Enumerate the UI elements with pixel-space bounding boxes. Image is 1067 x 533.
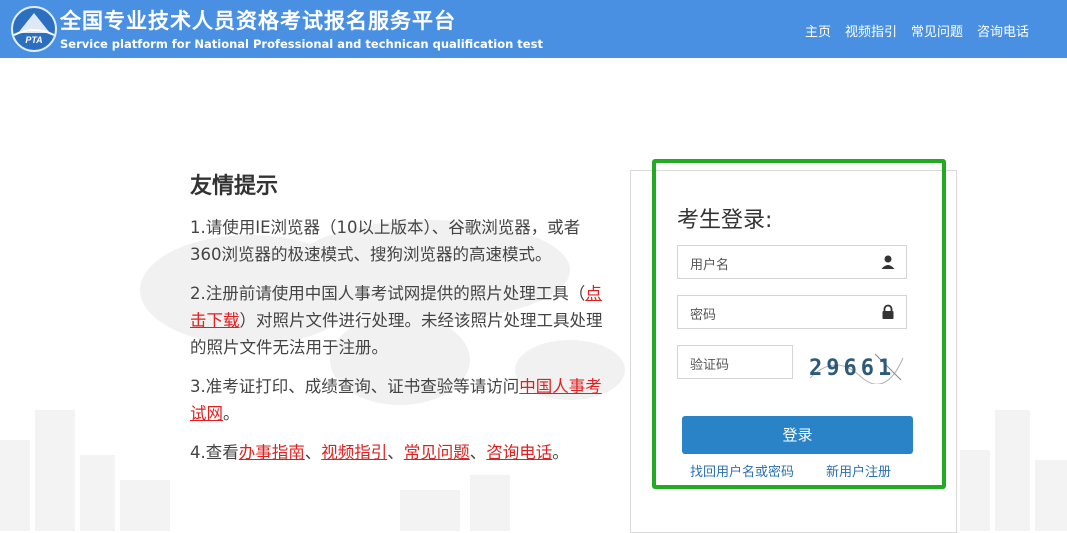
- tip-browser: 1.请使用IE浏览器（10以上版本）、谷歌浏览器，或者360浏览器的极速模式、搜…: [190, 218, 581, 264]
- tip-guides-text-a: 4.查看: [190, 443, 239, 462]
- site-title: 全国专业技术人员资格考试报名服务平台: [60, 9, 456, 33]
- faq-link[interactable]: 常见问题: [404, 443, 470, 462]
- nav-faq[interactable]: 常见问题: [911, 21, 963, 40]
- tip-guides-sep: 、: [469, 443, 487, 462]
- captcha-image[interactable]: 29661: [805, 348, 905, 384]
- tip-guides-sep: 、: [304, 443, 322, 462]
- recover-account-link[interactable]: 找回用户名或密码: [690, 461, 794, 480]
- pta-logo: PTA: [11, 6, 57, 52]
- username-placeholder: 用户名: [690, 258, 730, 273]
- tips-section: 友情提示 1.请使用IE浏览器（10以上版本）、谷歌浏览器，或者360浏览器的极…: [190, 168, 610, 478]
- video-guide-link[interactable]: 视频指引: [321, 443, 387, 462]
- captcha-placeholder: 验证码: [690, 358, 730, 373]
- captcha-field[interactable]: 验证码: [677, 345, 793, 379]
- nav-hotline[interactable]: 咨询电话: [977, 21, 1029, 40]
- login-title: 考生登录:: [677, 208, 773, 233]
- tip-exam-text-a: 3.准考证打印、成绩查询、证书查验等请访问: [190, 377, 520, 396]
- top-nav: 主页 视频指引 常见问题 咨询电话: [805, 21, 1029, 40]
- user-icon: [881, 255, 895, 269]
- tip-photo-text-a: 2.注册前请使用中国人事考试网提供的照片处理工具（: [190, 284, 586, 303]
- login-button[interactable]: 登录: [682, 416, 913, 454]
- tip-exam-text-b: 。: [223, 404, 240, 423]
- username-field[interactable]: 用户名: [677, 245, 907, 279]
- guide-link[interactable]: 办事指南: [239, 443, 305, 462]
- tip-guides: 4.查看办事指南、视频指引、常见问题、咨询电话。: [190, 439, 610, 466]
- captcha-code: 29661: [809, 356, 895, 381]
- lock-icon: [882, 304, 894, 319]
- site-subtitle: Service platform for National Profession…: [60, 37, 543, 51]
- register-link[interactable]: 新用户注册: [826, 461, 891, 480]
- password-placeholder: 密码: [690, 308, 717, 323]
- nav-video-guide[interactable]: 视频指引: [845, 21, 897, 40]
- tip-exam-site: 3.准考证打印、成绩查询、证书查验等请访问中国人事考试网。: [190, 373, 610, 427]
- tip-guides-end: 。: [552, 443, 569, 462]
- tips-title: 友情提示: [190, 174, 279, 199]
- tip-photo-tool: 2.注册前请使用中国人事考试网提供的照片处理工具（点击下载）对照片文件进行处理。…: [190, 280, 610, 361]
- top-header: PTA 全国专业技术人员资格考试报名服务平台 Service platform …: [0, 0, 1067, 58]
- password-field[interactable]: 密码: [677, 295, 907, 329]
- tip-guides-sep: 、: [387, 443, 404, 462]
- nav-home[interactable]: 主页: [805, 21, 831, 40]
- hotline-link[interactable]: 咨询电话: [486, 443, 552, 462]
- logo-text: PTA: [25, 35, 42, 45]
- tip-photo-text-b: ）对照片文件进行处理。未经该照片处理工具处理的照片文件无法用于注册。: [190, 311, 603, 357]
